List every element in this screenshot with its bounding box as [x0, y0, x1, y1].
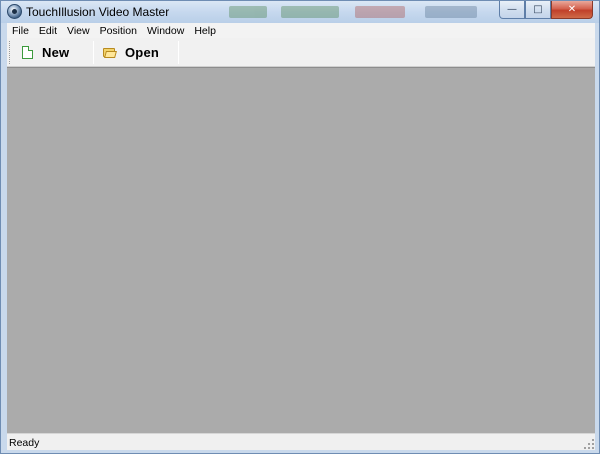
menu-help[interactable]: Help	[189, 24, 221, 38]
open-folder-icon	[103, 47, 117, 58]
toolbar: New Open	[7, 38, 595, 67]
toolbar-separator	[178, 41, 179, 64]
new-document-icon	[22, 46, 33, 59]
close-button[interactable]: ✕	[551, 1, 593, 19]
maximize-icon: □	[533, 4, 543, 15]
menu-file[interactable]: File	[7, 24, 34, 38]
menu-window[interactable]: Window	[142, 24, 189, 38]
resize-grip-icon[interactable]	[583, 438, 594, 449]
maximize-button[interactable]: □	[525, 1, 551, 19]
app-logo-icon[interactable]	[7, 4, 22, 19]
menu-position[interactable]: Position	[95, 24, 142, 38]
minimize-button[interactable]: —	[499, 1, 525, 19]
menu-edit[interactable]: Edit	[34, 24, 62, 38]
status-bar: Ready	[7, 433, 595, 450]
new-button[interactable]: New	[22, 41, 69, 64]
window-title: TouchIllusion Video Master	[26, 5, 170, 19]
menu-view[interactable]: View	[62, 24, 95, 38]
mdi-client-area[interactable]	[7, 67, 595, 433]
toolbar-separator	[93, 41, 94, 64]
toolbar-grip[interactable]	[9, 41, 11, 64]
menu-bar: File Edit View Position Window Help	[7, 23, 595, 38]
window-controls: — □ ✕	[499, 1, 593, 19]
new-button-label: New	[42, 45, 70, 60]
background-taskbar-ghost	[229, 3, 479, 21]
open-button[interactable]: Open	[103, 41, 159, 64]
open-button-label: Open	[125, 45, 160, 60]
status-text: Ready	[9, 437, 40, 449]
title-bar[interactable]: TouchIllusion Video Master — □ ✕	[1, 1, 599, 23]
close-icon: ✕	[567, 4, 577, 15]
minimize-icon: —	[507, 4, 517, 15]
app-window: TouchIllusion Video Master — □ ✕ File Ed…	[0, 0, 600, 454]
